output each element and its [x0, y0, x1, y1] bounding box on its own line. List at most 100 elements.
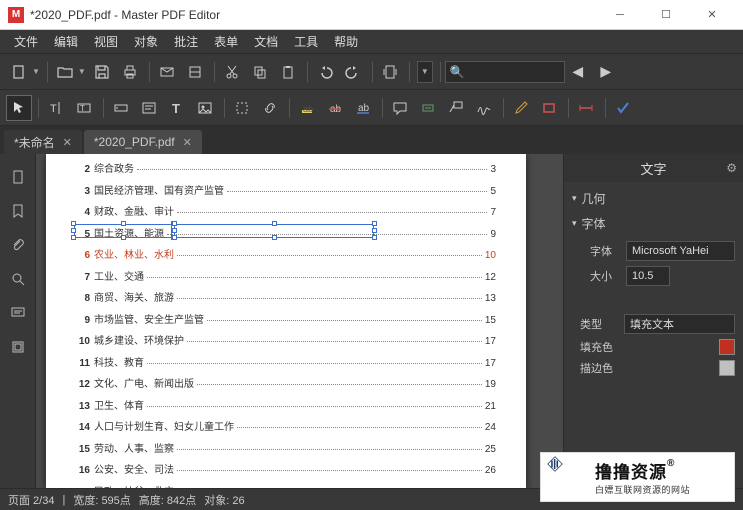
size-value[interactable]: 10.5 — [626, 266, 670, 286]
tab-close-icon[interactable]: ✕ — [183, 136, 192, 149]
toc-entry[interactable]: 15劳动、人事、监察25 — [76, 440, 496, 455]
size-label: 大小 — [590, 268, 626, 284]
menu-0[interactable]: 文件 — [6, 30, 46, 53]
toc-entry[interactable]: 10城乡建设、环境保护17 — [76, 332, 496, 347]
text-tool[interactable]: T — [164, 95, 190, 121]
search-prev-button[interactable]: ◀ — [565, 59, 591, 85]
measure-tool[interactable] — [573, 95, 599, 121]
watermark-text-1: 撸撸资源 — [595, 463, 667, 482]
paste-button[interactable] — [275, 59, 301, 85]
left-sidebar — [0, 154, 36, 488]
toc-entry[interactable]: 17民政、扶贫、救灾27 — [76, 483, 496, 489]
pencil-tool[interactable] — [508, 95, 534, 121]
toc-entry[interactable]: 7工业、交通12 — [76, 268, 496, 283]
menu-6[interactable]: 文档 — [246, 30, 286, 53]
font-value[interactable]: Microsoft YaHei — [626, 241, 735, 261]
section-font[interactable]: ▾字体 — [572, 211, 735, 236]
svg-text:T: T — [80, 104, 85, 113]
search-input[interactable]: 🔍 — [445, 61, 565, 83]
toc-entry[interactable]: 8商贸、海关、旅游13 — [76, 289, 496, 304]
email-button[interactable] — [154, 59, 180, 85]
svg-text:ab: ab — [303, 104, 313, 114]
fill-color-swatch[interactable] — [719, 339, 735, 355]
underline-tool[interactable]: ab — [350, 95, 376, 121]
document-tab-1[interactable]: *2020_PDF.pdf✕ — [84, 130, 202, 154]
rect-tool[interactable] — [536, 95, 562, 121]
toc-entry[interactable]: 12文化、广电、新闻出版19 — [76, 375, 496, 390]
note-tool[interactable] — [387, 95, 413, 121]
form-text-tool[interactable] — [108, 95, 134, 121]
status-objects: 对象: 26 — [204, 492, 244, 508]
fit-page-button[interactable] — [377, 59, 403, 85]
comments-panel-button[interactable] — [3, 298, 33, 328]
new-file-button[interactable] — [6, 59, 32, 85]
app-logo: M — [8, 7, 24, 23]
type-value[interactable]: 填充文本 — [624, 314, 735, 334]
menu-bar: 文件编辑视图对象批注表单文档工具帮助 — [0, 30, 743, 54]
toc-entry[interactable]: 11科技、教育17 — [76, 354, 496, 369]
menu-3[interactable]: 对象 — [126, 30, 166, 53]
watermark: 撸撸资源® 白嫖互联网资源的网站 — [540, 452, 735, 502]
toc-entry[interactable]: 4财政、金融、审计7 — [76, 203, 496, 218]
menu-2[interactable]: 视图 — [86, 30, 126, 53]
copy-button[interactable] — [247, 59, 273, 85]
type-label: 类型 — [580, 316, 624, 332]
menu-4[interactable]: 批注 — [166, 30, 206, 53]
stroke-color-swatch[interactable] — [719, 360, 735, 376]
toc-entry[interactable]: 14人口与计划生育、妇女儿童工作24 — [76, 418, 496, 433]
open-file-button[interactable] — [52, 59, 78, 85]
menu-5[interactable]: 表单 — [206, 30, 246, 53]
edit-toolbar: T T T ab ab ab — [0, 90, 743, 126]
toc-entry[interactable]: 9市场监管、安全生产监管15 — [76, 311, 496, 326]
cut-button[interactable] — [219, 59, 245, 85]
maximize-button[interactable]: ☐ — [643, 0, 689, 30]
select-tool[interactable] — [6, 95, 32, 121]
redo-button[interactable] — [340, 59, 366, 85]
check-tool[interactable] — [610, 95, 636, 121]
toc-entry[interactable]: 13卫生、体育21 — [76, 397, 496, 412]
callout-tool[interactable] — [443, 95, 469, 121]
tab-close-icon[interactable]: ✕ — [63, 136, 72, 149]
thumbnails-panel-button[interactable] — [3, 162, 33, 192]
textbox-tool[interactable] — [136, 95, 162, 121]
print-button[interactable] — [117, 59, 143, 85]
search-next-button[interactable]: ▶ — [593, 59, 619, 85]
attachments-panel-button[interactable] — [3, 230, 33, 260]
section-geometry[interactable]: ▾几何 — [572, 186, 735, 211]
image-tool[interactable] — [192, 95, 218, 121]
properties-panel-title: 文字 ⚙ — [564, 154, 743, 182]
toc-entry[interactable]: 16公安、安全、司法26 — [76, 461, 496, 476]
status-height: 高度: 842点 — [139, 492, 196, 508]
edit-text-tool[interactable]: T — [71, 95, 97, 121]
save-button[interactable] — [89, 59, 115, 85]
scan-button[interactable] — [182, 59, 208, 85]
page-view[interactable]: 2综合政务3 3国民经济管理、国有资产监管5 4财政、金融、审计7 5国土资源、能源9… — [46, 154, 526, 488]
layers-panel-button[interactable] — [3, 332, 33, 362]
status-page: 页面 2/34 — [8, 492, 54, 508]
bookmarks-panel-button[interactable] — [3, 196, 33, 226]
stamp-tool[interactable] — [415, 95, 441, 121]
status-width: 宽度: 595点 — [73, 492, 130, 508]
text-select-tool[interactable]: T — [43, 95, 69, 121]
link-tool[interactable] — [257, 95, 283, 121]
search-panel-button[interactable] — [3, 264, 33, 294]
panel-settings-icon[interactable]: ⚙ — [726, 161, 737, 175]
toc-entry[interactable]: 5国土资源、能源9 — [76, 225, 496, 240]
strikeout-tool[interactable]: ab — [322, 95, 348, 121]
select-area-tool[interactable] — [229, 95, 255, 121]
canvas-area[interactable]: 2综合政务3 3国民经济管理、国有资产监管5 4财政、金融、审计7 5国土资源、能源9… — [36, 154, 563, 488]
toc-entry[interactable]: 3国民经济管理、国有资产监管5 — [76, 182, 496, 197]
undo-button[interactable] — [312, 59, 338, 85]
document-tab-0[interactable]: *未命名✕ — [4, 130, 82, 154]
watermark-logo — [547, 456, 589, 498]
toc-entry[interactable]: 6农业、林业、水利10 — [76, 246, 496, 261]
close-button[interactable]: ✕ — [689, 0, 735, 30]
zoom-dropdown[interactable]: ▼ — [417, 61, 433, 83]
highlight-tool[interactable]: ab — [294, 95, 320, 121]
signature-tool[interactable] — [471, 95, 497, 121]
menu-7[interactable]: 工具 — [286, 30, 326, 53]
toc-entry[interactable]: 2综合政务3 — [76, 160, 496, 175]
menu-1[interactable]: 编辑 — [46, 30, 86, 53]
minimize-button[interactable]: ─ — [597, 0, 643, 30]
menu-8[interactable]: 帮助 — [326, 30, 366, 53]
